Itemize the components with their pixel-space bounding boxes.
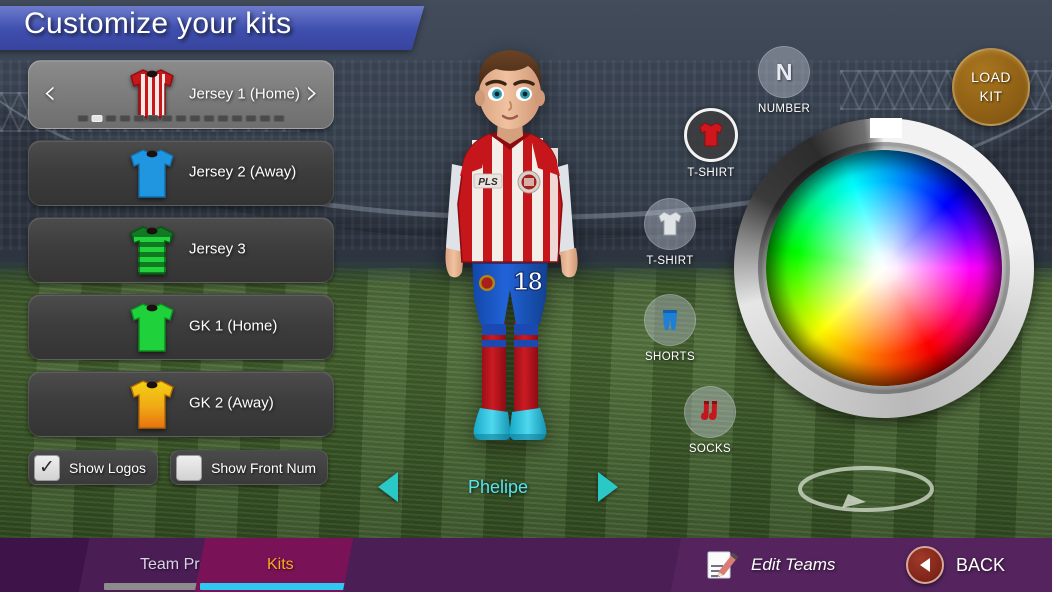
pager-segment[interactable] [119, 115, 131, 122]
show-front-num-label: Show Front Num [211, 459, 317, 476]
pager-segment[interactable] [175, 115, 187, 122]
jersey-green-hooped-icon [121, 224, 183, 278]
page-title: Customize your kits [24, 7, 292, 40]
show-front-num-checkbox[interactable]: Show Front Num [170, 450, 329, 485]
part-button-socks[interactable]: SOCKS [684, 386, 736, 455]
brightness-ring-handle[interactable] [870, 118, 902, 138]
number-glyph: N [775, 58, 793, 85]
checkbox-empty-icon[interactable] [176, 454, 203, 481]
bottom-bar-slab-mid [342, 538, 684, 592]
kit-next-arrow-icon[interactable]: › [305, 75, 319, 109]
tshirt-white-icon [644, 198, 696, 250]
prev-player-arrow-icon[interactable] [378, 472, 398, 502]
jersey-red-striped-icon [121, 67, 183, 121]
pager-segment[interactable] [105, 115, 117, 122]
kit-list-item-label: Jersey 2 (Away) [189, 163, 297, 181]
kit-list-item-label: Jersey 3 [189, 240, 246, 258]
kit-list-item-label: Jersey 1 (Home) [189, 84, 300, 102]
wheel-vignette [766, 150, 1002, 386]
number-icon: N [758, 46, 811, 98]
part-button-number[interactable]: N NUMBER [758, 46, 811, 115]
kit-list: ‹ › Jersey 1 (Home) Jersey 2 (Away) Jers… [28, 60, 334, 448]
back-arrow-icon[interactable] [906, 546, 944, 584]
bottom-navigation-bar: Team Profile Kits Edit Teams BACK [0, 538, 1052, 592]
part-caption: NUMBER [758, 103, 811, 115]
load-kit-line2: KIT [979, 88, 1003, 104]
tab-underline-kits [200, 583, 348, 590]
pager-segment[interactable] [217, 115, 229, 122]
part-button-tshirt-main[interactable]: T-SHIRT [684, 108, 738, 179]
kit-options-row: ✓ Show Logos Show Front Num [28, 450, 329, 485]
jersey-green-icon [121, 301, 183, 355]
pager-segment[interactable] [189, 115, 201, 122]
pager-segment[interactable] [259, 115, 271, 122]
load-kit-line1: LOAD [971, 69, 1011, 85]
kit-list-item-gk-1[interactable]: GK 1 (Home) [28, 294, 334, 360]
socks-red-icon [684, 386, 736, 438]
hsv-color-wheel[interactable] [766, 150, 1002, 386]
next-player-arrow-icon[interactable] [597, 472, 618, 502]
kit-list-item-jersey-2[interactable]: Jersey 2 (Away) [28, 140, 334, 206]
kit-prev-arrow-icon[interactable]: ‹ [43, 75, 57, 109]
player-model-preview[interactable]: 18 PLS [424, 36, 596, 476]
part-caption: T-SHIRT [687, 167, 735, 179]
pager-segment[interactable] [147, 115, 159, 122]
rotate-model-hint-icon[interactable] [792, 458, 940, 520]
tab-label: Kits [266, 556, 294, 573]
jersey-blue-icon [121, 147, 183, 201]
back-button[interactable]: BACK [906, 546, 1005, 584]
part-caption: SHORTS [644, 351, 696, 363]
pager-segment[interactable] [245, 115, 257, 122]
shorts-blue-icon [644, 294, 696, 346]
edit-teams-label: Edit Teams [751, 555, 836, 574]
jersey-yellow-orange-icon [121, 378, 183, 432]
part-caption: T-SHIRT [646, 255, 694, 267]
pager-segment[interactable] [77, 115, 89, 122]
kit-pager[interactable] [77, 115, 285, 122]
svg-text:PLS: PLS [478, 177, 498, 188]
pager-segment-active[interactable] [91, 115, 103, 122]
show-logos-label: Show Logos [69, 459, 147, 476]
kit-list-item-gk-2[interactable]: GK 2 (Away) [28, 371, 334, 437]
pager-segment[interactable] [273, 115, 285, 122]
pager-segment[interactable] [203, 115, 215, 122]
kit-customization-screen: Customize your kits ‹ › Jersey 1 (Home) … [0, 0, 1052, 592]
color-picker[interactable] [734, 118, 1034, 418]
tshirt-red-icon [684, 108, 738, 162]
checkmark-icon[interactable]: ✓ [34, 454, 60, 481]
show-logos-checkbox[interactable]: ✓ Show Logos [28, 450, 159, 485]
kit-list-item-label: GK 1 (Home) [189, 317, 278, 335]
player-name-label: Phelipe [467, 476, 529, 497]
svg-text:18: 18 [514, 266, 543, 296]
part-caption: SOCKS [688, 443, 732, 455]
edit-pencil-icon [707, 551, 738, 579]
pager-segment[interactable] [133, 115, 145, 122]
load-kit-button[interactable]: LOAD KIT [952, 48, 1030, 126]
kit-list-item-jersey-3[interactable]: Jersey 3 [28, 217, 334, 283]
kit-list-item-jersey-1[interactable]: ‹ › Jersey 1 (Home) [28, 60, 334, 129]
pager-segment[interactable] [231, 115, 243, 122]
kit-list-item-label: GK 2 (Away) [189, 394, 274, 412]
player-name-nav: Phelipe [378, 468, 618, 506]
edit-teams-button[interactable]: Edit Teams [706, 549, 835, 581]
part-button-shorts[interactable]: SHORTS [644, 294, 696, 363]
pager-segment[interactable] [161, 115, 173, 122]
part-button-tshirt-alt[interactable]: T-SHIRT [644, 198, 696, 267]
back-label: BACK [956, 554, 1006, 575]
